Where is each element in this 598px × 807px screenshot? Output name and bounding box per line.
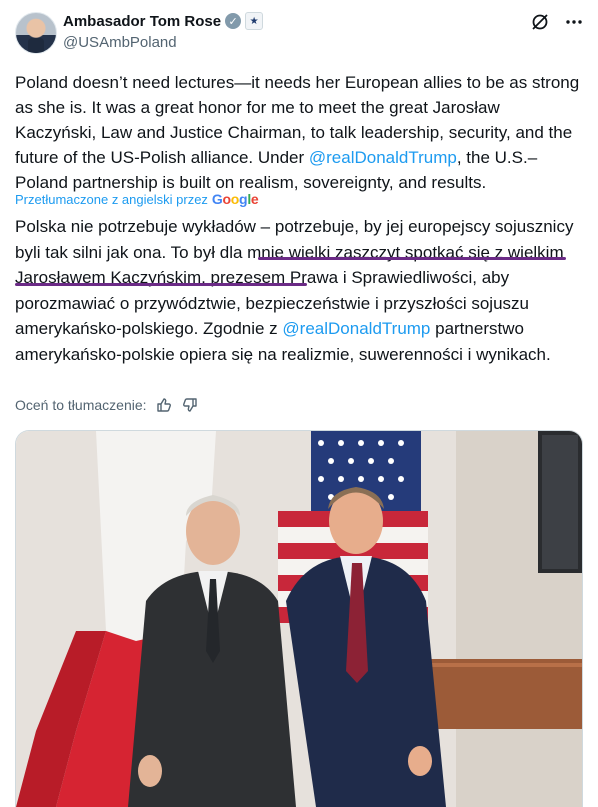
mention-link[interactable]: @realDonaldTrump	[282, 319, 430, 338]
translated-by-label: Przetłumaczone z angielski przez	[15, 191, 208, 207]
photo-illustration	[16, 431, 582, 807]
highlight-underline	[15, 283, 307, 286]
post-actions-top	[530, 12, 584, 37]
more-icon[interactable]	[564, 12, 584, 37]
rate-translation: Oceń to tłumaczenie:	[15, 396, 199, 414]
author-row: Ambasador Tom Rose ✓ ★	[63, 12, 264, 30]
government-seal-icon: ★	[245, 12, 264, 30]
google-logo: Google	[211, 191, 259, 207]
author-name[interactable]: Ambasador Tom Rose	[63, 13, 221, 30]
translation-text: Polska nie potrzebuje wykładów – potrzeb…	[15, 214, 583, 367]
verified-badge-icon[interactable]: ✓	[225, 13, 242, 29]
rate-translation-label: Oceń to tłumaczenie:	[15, 397, 147, 413]
avatar[interactable]	[15, 12, 57, 54]
grok-icon[interactable]	[530, 12, 550, 37]
post-photo[interactable]	[15, 430, 583, 807]
tweet-text: Poland doesn’t need lectures—it needs he…	[15, 70, 583, 195]
thumbs-down-icon[interactable]	[181, 396, 199, 414]
author-handle[interactable]: @USAmbPoland	[63, 34, 177, 51]
translated-by[interactable]: Przetłumaczone z angielski przez Google	[15, 191, 259, 207]
thumbs-up-icon[interactable]	[155, 396, 173, 414]
mention-link[interactable]: @realDonaldTrump	[309, 148, 457, 167]
highlight-underline	[258, 257, 566, 260]
